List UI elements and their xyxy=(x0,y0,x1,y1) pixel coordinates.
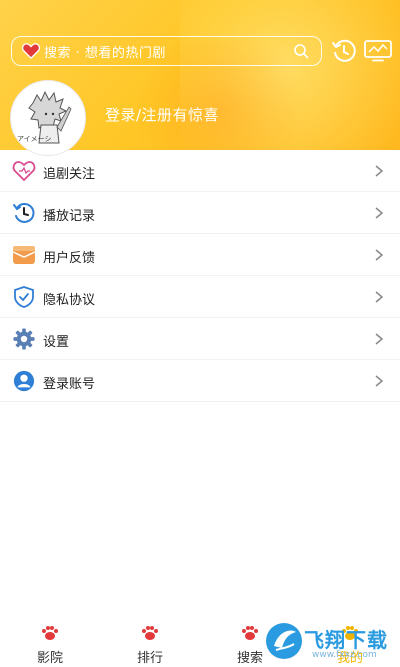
paw-icon xyxy=(242,626,258,640)
menu-item-feedback[interactable]: 用户反馈 xyxy=(0,234,400,276)
chevron-right-icon xyxy=(375,165,384,177)
watermark-text: 飞翔下载 xyxy=(304,628,388,652)
envelope-icon xyxy=(12,246,36,264)
chevron-right-icon xyxy=(375,207,384,219)
shield-check-icon xyxy=(14,286,34,308)
gear-icon xyxy=(13,328,35,350)
tab-cinema[interactable]: 影院 xyxy=(20,625,80,667)
menu-item-privacy[interactable]: 隐私协议 xyxy=(0,276,400,318)
chevron-right-icon xyxy=(375,291,384,303)
tv-icon[interactable] xyxy=(364,40,392,62)
menu-item-follow[interactable]: 追剧关注 xyxy=(0,150,400,192)
search-placeholder: 搜索 · 想看的热门剧 xyxy=(44,45,166,61)
heart-outline-icon xyxy=(12,161,36,182)
paw-icon xyxy=(142,626,158,640)
avatar[interactable]: アイメーシ xyxy=(10,80,86,156)
site-watermark: 飞翔下载 www.fxxz.com xyxy=(264,616,398,666)
chevron-right-icon xyxy=(375,333,384,345)
search-icon[interactable] xyxy=(293,43,309,59)
anime-avatar-image: アイメーシ xyxy=(11,81,85,155)
tab-label: 影院 xyxy=(36,651,63,666)
chevron-right-icon xyxy=(375,375,384,387)
menu-item-label: 登录账号 xyxy=(43,377,96,392)
watermark-logo-icon xyxy=(266,623,302,659)
menu-item-label: 隐私协议 xyxy=(43,293,96,308)
search-bar[interactable]: 搜索 · 想看的热门剧 xyxy=(11,36,322,66)
login-register-prompt[interactable]: 登录/注册有惊喜 xyxy=(105,104,219,125)
tab-ranking[interactable]: 排行 xyxy=(120,625,180,667)
menu-item-history[interactable]: 播放记录 xyxy=(0,192,400,234)
menu-item-settings[interactable]: 设置 xyxy=(0,318,400,360)
history-clock-icon[interactable] xyxy=(331,38,357,64)
menu-item-label: 设置 xyxy=(43,335,70,350)
profile-menu: 追剧关注 播放记录 用户反馈 隐私协议 设置 登录账号 xyxy=(0,150,400,402)
tab-label: 排行 xyxy=(136,651,163,666)
chevron-right-icon xyxy=(375,249,384,261)
menu-item-label: 用户反馈 xyxy=(43,251,96,266)
paw-icon xyxy=(42,626,58,640)
watermark-domain: www.fxxz.com xyxy=(312,650,377,660)
user-icon xyxy=(13,370,35,392)
avatar-caption: アイメーシ xyxy=(17,135,52,143)
menu-item-label: 追剧关注 xyxy=(43,167,96,182)
heart-icon xyxy=(22,43,40,59)
menu-item-login[interactable]: 登录账号 xyxy=(0,360,400,402)
history-icon xyxy=(13,203,35,223)
menu-item-label: 播放记录 xyxy=(43,209,96,224)
